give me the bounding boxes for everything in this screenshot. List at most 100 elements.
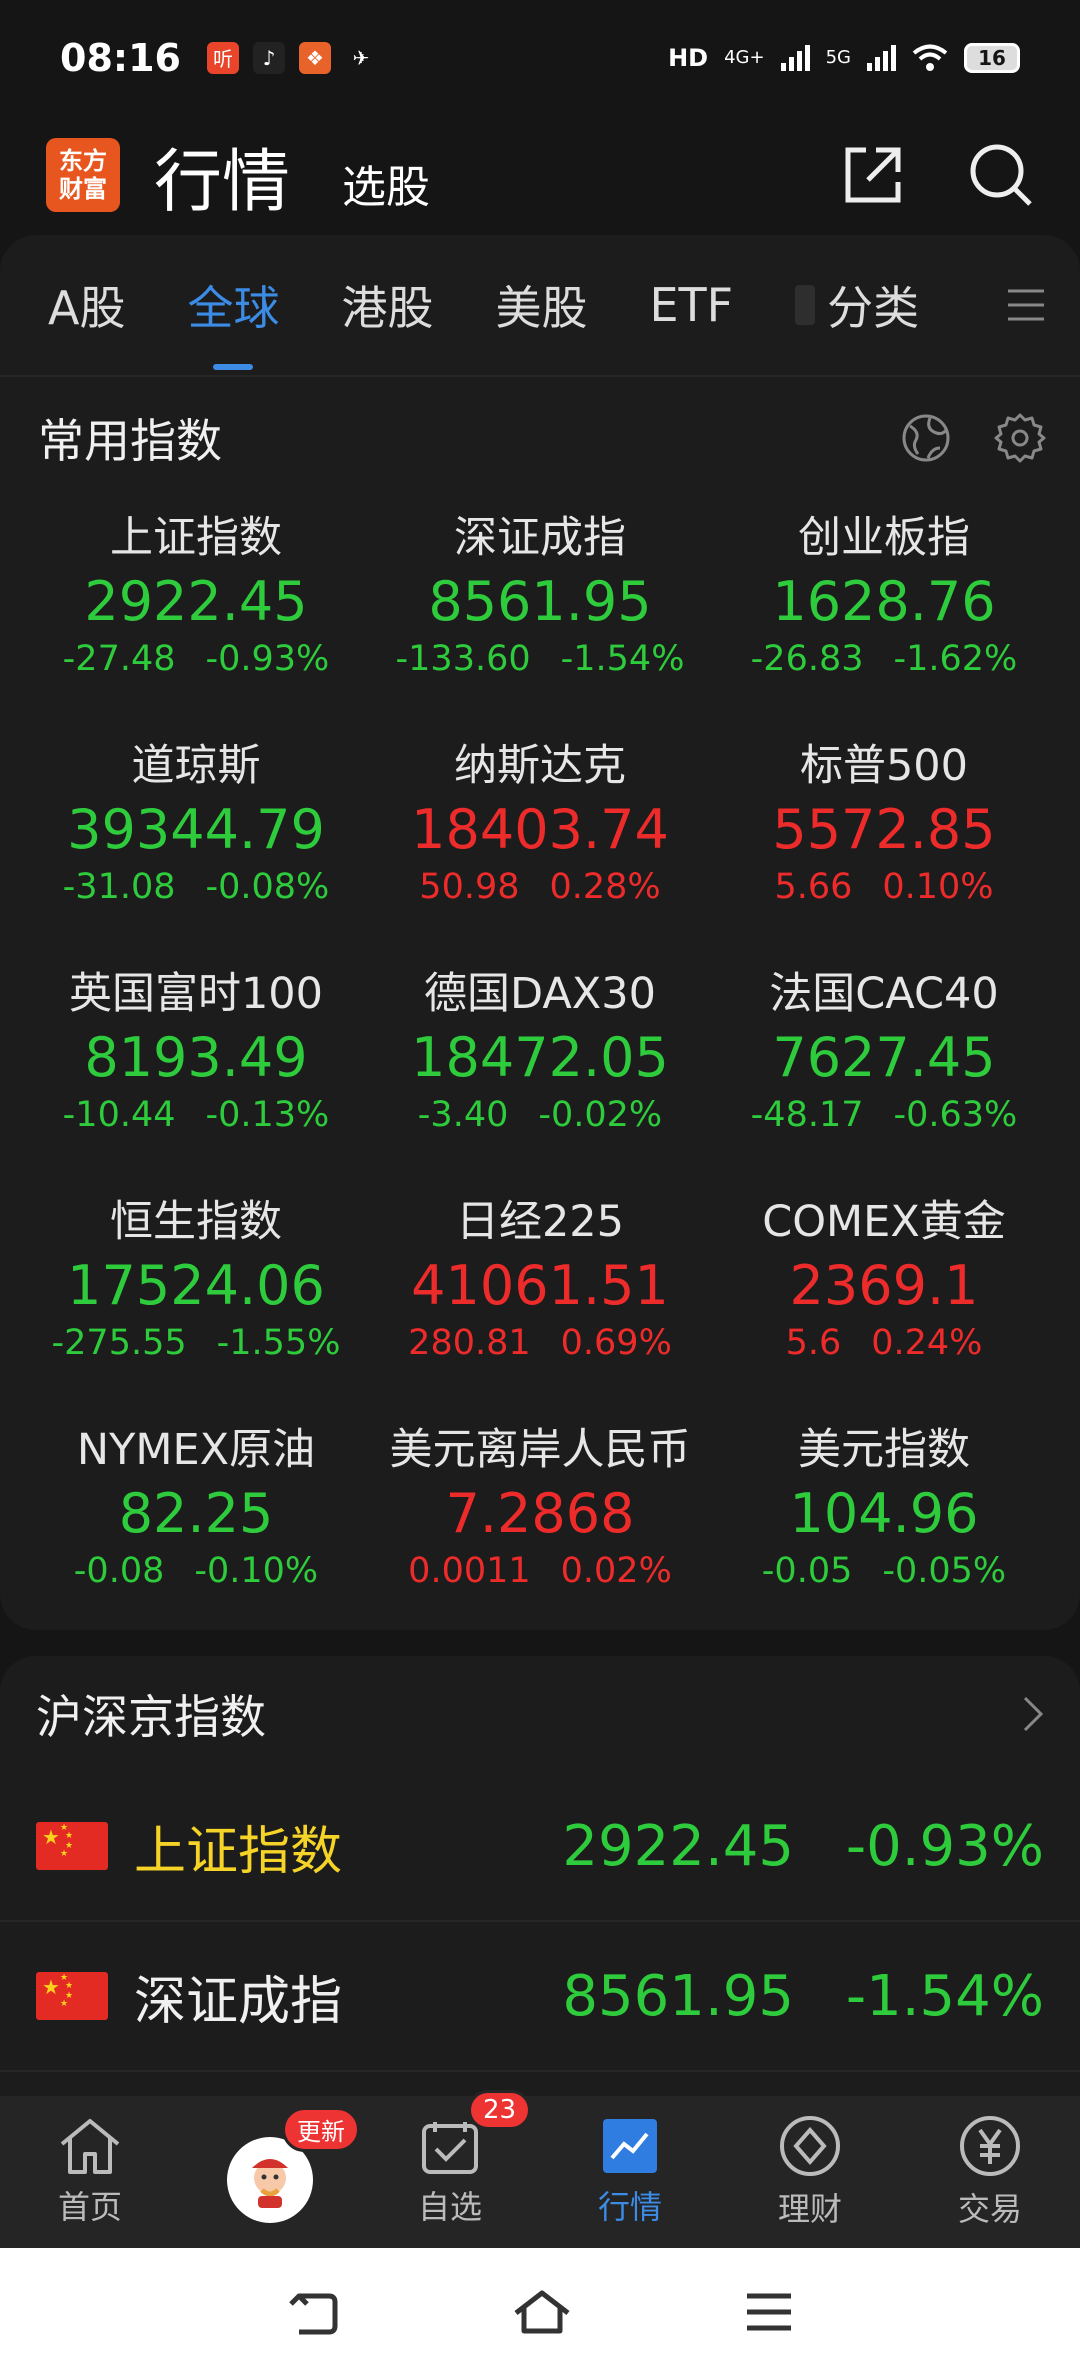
battery-icon: 16 bbox=[964, 42, 1020, 73]
recent-apps-icon[interactable] bbox=[743, 2290, 795, 2334]
status-app-icons: 听 ♪ ❖ ✈ bbox=[206, 41, 377, 74]
index-change-pct: -0.63% bbox=[893, 1095, 1018, 1135]
menu-icon[interactable] bbox=[1006, 287, 1046, 323]
hsj-header[interactable]: 沪深京指数 bbox=[0, 1656, 1080, 1772]
index-price: 17524.06 bbox=[67, 1254, 325, 1317]
tab-hk-shares[interactable]: 港股 bbox=[341, 272, 433, 338]
index-change-pct: 0.02% bbox=[560, 1551, 672, 1591]
chevron-right-icon[interactable] bbox=[1020, 1694, 1046, 1734]
logo-line-2: 财富 bbox=[59, 175, 107, 203]
index-change-row: -10.44 -0.13% bbox=[24, 1091, 368, 1139]
china-flag-icon: ★ ★ ★ ★ ★ bbox=[36, 1972, 108, 2020]
index-card[interactable]: 英国富时100 8193.49 -10.44 -0.13% bbox=[24, 963, 368, 1155]
index-card[interactable]: 法国CAC40 7627.45 -48.17 -0.63% bbox=[712, 963, 1056, 1155]
index-change: -133.60 bbox=[395, 639, 531, 679]
index-price: 82.25 bbox=[118, 1482, 274, 1545]
tab-global[interactable]: 全球 bbox=[187, 272, 279, 338]
index-card[interactable]: 美元离岸人民币 7.2868 0.0011 0.02% bbox=[368, 1419, 712, 1611]
index-row-name: 上证指数 bbox=[134, 1821, 343, 1882]
index-card[interactable]: 德国DAX30 18472.05 -3.40 -0.02% bbox=[368, 963, 712, 1155]
index-price: 41061.51 bbox=[411, 1254, 669, 1317]
wealth-diamond-icon bbox=[780, 2116, 840, 2176]
tab-overflow-fade bbox=[795, 285, 816, 325]
hd-indicator: HD bbox=[668, 43, 709, 72]
index-change: 5.6 bbox=[785, 1323, 842, 1363]
nav-trade[interactable]: 交易 bbox=[900, 2114, 1080, 2230]
globe-icon[interactable] bbox=[900, 412, 952, 464]
status-indicators: HD 4G+ 5G 16 bbox=[668, 42, 1020, 73]
index-change-pct: -0.10% bbox=[194, 1551, 319, 1591]
settings-gear-icon[interactable] bbox=[994, 412, 1046, 464]
tab-a-shares[interactable]: A股 bbox=[48, 272, 125, 338]
home-button-icon[interactable] bbox=[512, 2287, 572, 2337]
index-name: 美元离岸人民币 bbox=[389, 1425, 691, 1475]
index-change-pct: -1.55% bbox=[216, 1323, 341, 1363]
feather-app-icon: ✈ bbox=[344, 41, 377, 74]
index-change-row: -133.60 -1.54% bbox=[368, 635, 712, 683]
index-change-pct: -0.02% bbox=[538, 1095, 663, 1135]
index-name: NYMEX原油 bbox=[76, 1425, 316, 1475]
index-card[interactable]: 美元指数 104.96 -0.05 -0.05% bbox=[712, 1419, 1056, 1611]
index-row-name: 深证成指 bbox=[134, 1971, 343, 2032]
index-change: -31.08 bbox=[62, 867, 176, 907]
index-change-row: 50.98 0.28% bbox=[368, 863, 712, 911]
yen-coin-icon bbox=[960, 2116, 1020, 2176]
index-name: 日经225 bbox=[455, 1197, 625, 1247]
index-price: 18472.05 bbox=[411, 1026, 669, 1089]
global-market-panel: A股 全球 港股 美股 ETF 分类 常用指数 上证指数 2922.45 -27.4… bbox=[0, 235, 1080, 1630]
index-row[interactable]: ★ ★ ★ ★ ★ 深证成指 8561.95 -1.54% bbox=[0, 1922, 1080, 2072]
index-change: -275.55 bbox=[51, 1323, 187, 1363]
tiktok-app-icon: ♪ bbox=[252, 41, 285, 74]
index-change-row: -0.08 -0.10% bbox=[24, 1547, 368, 1595]
nav-wealth[interactable]: 理财 bbox=[720, 2114, 900, 2230]
nav-home[interactable]: 首页 bbox=[0, 2116, 180, 2228]
nav-trade-label: 交易 bbox=[957, 2190, 1022, 2228]
signal-5g-icon bbox=[867, 44, 896, 71]
nav-wealth-label: 理财 bbox=[777, 2190, 842, 2228]
index-change-row: -3.40 -0.02% bbox=[368, 1091, 712, 1139]
index-change-row: -48.17 -0.63% bbox=[712, 1091, 1056, 1139]
index-name: 上证指数 bbox=[110, 513, 282, 563]
index-price: 8561.95 bbox=[428, 570, 652, 633]
nav-market[interactable]: 行情 bbox=[540, 2116, 720, 2228]
index-card[interactable]: 上证指数 2922.45 -27.48 -0.93% bbox=[24, 507, 368, 699]
hsj-title: 沪深京指数 bbox=[36, 1690, 266, 1744]
index-card[interactable]: 深证成指 8561.95 -133.60 -1.54% bbox=[368, 507, 712, 699]
search-icon[interactable] bbox=[968, 142, 1034, 208]
tab-etf[interactable]: ETF bbox=[649, 278, 733, 332]
index-price: 8193.49 bbox=[84, 1026, 308, 1089]
index-price: 18403.74 bbox=[411, 798, 669, 861]
index-change: 280.81 bbox=[408, 1323, 531, 1363]
index-card[interactable]: 标普500 5572.85 5.66 0.10% bbox=[712, 735, 1056, 927]
index-change-pct: -0.13% bbox=[205, 1095, 330, 1135]
index-row[interactable]: ★ ★ ★ ★ ★ 上证指数 2922.45 -0.93% bbox=[0, 1772, 1080, 1922]
index-change-pct: 0.24% bbox=[871, 1323, 983, 1363]
page-title: 行情 bbox=[154, 142, 291, 222]
index-change-row: 5.6 0.24% bbox=[712, 1319, 1056, 1367]
tab-category[interactable]: 分类 bbox=[827, 272, 919, 338]
index-price: 5572.85 bbox=[772, 798, 996, 861]
index-card[interactable]: NYMEX原油 82.25 -0.08 -0.10% bbox=[24, 1419, 368, 1611]
nav-mascot[interactable]: 更新 bbox=[180, 2107, 360, 2223]
index-change-row: 5.66 0.10% bbox=[712, 863, 1056, 911]
index-card[interactable]: 纳斯达克 18403.74 50.98 0.28% bbox=[368, 735, 712, 927]
tab-us-shares[interactable]: 美股 bbox=[495, 272, 587, 338]
index-row-pct: -0.93% bbox=[845, 1813, 1044, 1879]
index-card[interactable]: 日经225 41061.51 280.81 0.69% bbox=[368, 1191, 712, 1383]
index-change: -10.44 bbox=[62, 1095, 176, 1135]
index-card[interactable]: 创业板指 1628.76 -26.83 -1.62% bbox=[712, 507, 1056, 699]
status-bar: 08:16 听 ♪ ❖ ✈ HD 4G+ 5G 16 bbox=[0, 0, 1080, 115]
index-change: -48.17 bbox=[750, 1095, 864, 1135]
index-card[interactable]: 道琼斯 39344.79 -31.08 -0.08% bbox=[24, 735, 368, 927]
index-card[interactable]: 恒生指数 17524.06 -275.55 -1.55% bbox=[24, 1191, 368, 1383]
share-icon[interactable] bbox=[842, 144, 904, 206]
index-change-pct: -0.05% bbox=[882, 1551, 1007, 1591]
index-change-row: -0.05 -0.05% bbox=[712, 1547, 1056, 1595]
stock-picker-link[interactable]: 选股 bbox=[342, 151, 430, 215]
index-name: 纳斯达克 bbox=[454, 741, 626, 791]
index-card[interactable]: COMEX黄金 2369.1 5.6 0.24% bbox=[712, 1191, 1056, 1383]
back-icon[interactable] bbox=[285, 2288, 341, 2336]
nav-watchlist[interactable]: 23 自选 bbox=[360, 2090, 540, 2228]
index-price: 2369.1 bbox=[789, 1254, 979, 1317]
index-price: 104.96 bbox=[789, 1482, 979, 1545]
